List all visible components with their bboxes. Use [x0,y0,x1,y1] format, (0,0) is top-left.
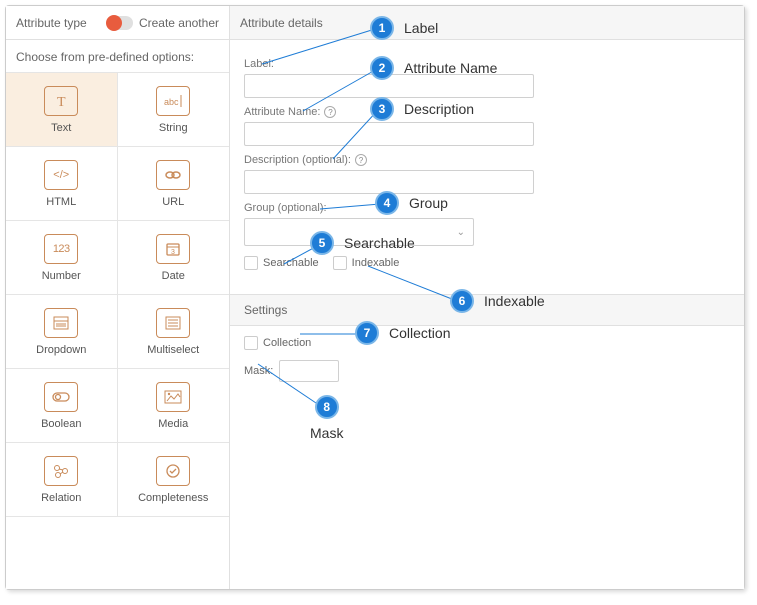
attr-name-label: Attribute Name:? [244,106,730,118]
relation-icon [44,456,78,486]
type-html[interactable]: </> HTML [6,147,118,221]
help-icon[interactable]: ? [355,154,367,166]
group-label: Group (optional): [244,202,730,214]
left-header: Attribute type Create another [6,6,229,40]
type-date[interactable]: 3 Date [118,221,230,295]
text-icon: T [44,86,78,116]
checkbox-icon [244,256,258,270]
callout-1-label: Label [404,20,438,36]
type-label: Date [162,270,185,282]
badge-5: 5 [310,231,334,255]
create-another-wrap: Create another [107,16,219,30]
settings-body: Collection Mask: [230,326,744,392]
left-panel: Attribute type Create another Choose fro… [6,6,230,589]
type-multiselect[interactable]: Multiselect [118,295,230,369]
callout-2: 2 Attribute Name [370,56,497,80]
attribute-type-title: Attribute type [16,16,87,30]
svg-text:abc: abc [164,97,179,107]
badge-2: 2 [370,56,394,80]
checkbox-icon [333,256,347,270]
details-header: Attribute details [230,6,744,40]
media-icon [156,382,190,412]
callout-6-label: Indexable [484,293,545,309]
badge-7: 7 [355,321,379,345]
callout-8-label: Mask [310,425,343,441]
badge-3: 3 [370,97,394,121]
mask-row: Mask: [244,360,730,382]
type-label: Completeness [138,492,208,504]
string-icon: abc [156,86,190,116]
type-label: Media [158,418,188,430]
boolean-icon [44,382,78,412]
multiselect-icon [156,308,190,338]
svg-text:3: 3 [171,249,175,256]
collection-check[interactable]: Collection [244,336,730,350]
type-label: Number [42,270,81,282]
callout-7: 7 Collection [355,321,450,345]
mask-input[interactable] [279,360,339,382]
create-another-label: Create another [139,16,219,30]
type-label: Text [51,122,71,134]
predefined-label: Choose from pre-defined options: [6,40,229,72]
type-relation[interactable]: Relation [6,443,118,517]
callout-4: 4 Group [375,191,448,215]
callout-5-label: Searchable [344,235,415,251]
type-label: URL [162,196,184,208]
callout-7-label: Collection [389,325,450,341]
html-icon: </> [44,160,78,190]
type-media[interactable]: Media [118,369,230,443]
create-another-toggle[interactable] [107,16,133,30]
dialog-container: Attribute type Create another Choose fro… [5,5,745,590]
badge-6: 6 [450,289,474,313]
number-icon: 123 [44,234,78,264]
type-string[interactable]: abc String [118,73,230,147]
checkbox-icon [244,336,258,350]
completeness-icon [156,456,190,486]
attr-name-input[interactable] [244,122,534,146]
url-icon [156,160,190,190]
help-icon[interactable]: ? [324,106,336,118]
type-label: Multiselect [147,344,199,356]
type-label: Relation [41,492,81,504]
dropdown-icon [44,308,78,338]
badge-4: 4 [375,191,399,215]
type-completeness[interactable]: Completeness [118,443,230,517]
type-label: String [159,122,188,134]
type-url[interactable]: URL [118,147,230,221]
callout-2-label: Attribute Name [404,60,497,76]
type-label: Boolean [41,418,81,430]
type-boolean[interactable]: Boolean [6,369,118,443]
type-label: HTML [46,196,76,208]
badge-1: 1 [370,16,394,40]
type-number[interactable]: 123 Number [6,221,118,295]
type-grid: T Text abc String </> HTML URL 123 Numbe… [6,72,229,517]
chevron-down-icon: ⌄ [457,227,465,238]
callout-1: 1 Label [370,16,438,40]
callout-8: 8 Mask [310,395,343,441]
details-title: Attribute details [240,16,323,30]
indexable-check[interactable]: Indexable [333,256,400,270]
svg-text:T: T [57,95,66,109]
searchable-check[interactable]: Searchable [244,256,319,270]
callout-6: 6 Indexable [450,289,545,313]
callout-4-label: Group [409,195,448,211]
callout-3: 3 Description [370,97,474,121]
callout-3-label: Description [404,101,474,117]
type-dropdown[interactable]: Dropdown [6,295,118,369]
badge-8: 8 [315,395,339,419]
type-text[interactable]: T Text [6,73,118,147]
callout-5: 5 Searchable [310,231,415,255]
mask-label: Mask: [244,365,273,377]
description-label: Description (optional):? [244,154,730,166]
date-icon: 3 [156,234,190,264]
type-label: Dropdown [36,344,86,356]
check-row: Searchable Indexable [244,256,730,270]
